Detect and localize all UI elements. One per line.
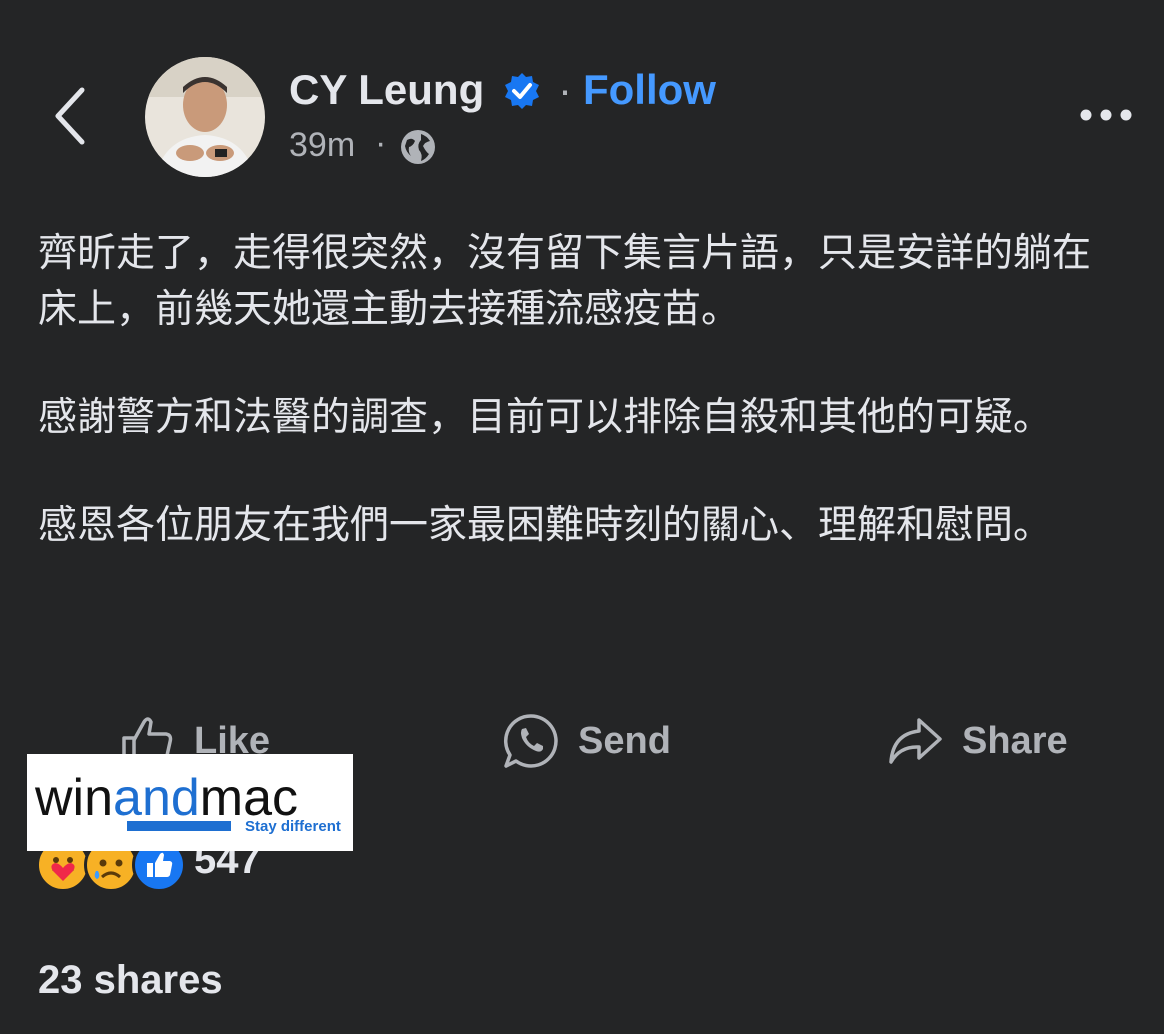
avatar[interactable] (145, 57, 265, 177)
send-button[interactable]: Send (502, 706, 671, 776)
share-arrow-icon (889, 718, 942, 764)
post-text: 齊昕走了，走得很突然，沒有留下集言片語，只是安詳的躺在床上，前幾天她還主動去接種… (38, 226, 1128, 606)
post-paragraph: 感恩各位朋友在我們一家最困難時刻的關心、理解和慰問。 (38, 503, 1053, 548)
watermark-tagline: Stay different (245, 818, 341, 835)
more-options-button[interactable] (1074, 100, 1138, 130)
back-button[interactable] (50, 84, 94, 148)
post-paragraph: 齊昕走了，走得很突然，沒有留下集言片語，只是安詳的躺在床上，前幾天她還主動去接種… (38, 231, 1092, 332)
share-button[interactable]: Share (886, 706, 1068, 776)
follow-button[interactable]: Follow (583, 66, 716, 114)
author-name[interactable]: CY Leung (289, 66, 484, 114)
winandmac-watermark-logo: winandmac Stay different (27, 754, 353, 851)
send-label: Send (578, 719, 671, 762)
share-count[interactable]: 23 shares (38, 958, 223, 1003)
chevron-left-icon (55, 87, 85, 145)
post-paragraph: 感謝警方和法醫的調查，目前可以排除自殺和其他的可疑。 (38, 395, 1053, 440)
watermark-underline (127, 821, 231, 831)
post-time[interactable]: 39m (289, 126, 355, 165)
more-horizontal-icon (1080, 109, 1132, 121)
verified-badge-icon (503, 72, 541, 110)
profile-photo (145, 57, 265, 177)
whatsapp-icon (503, 714, 558, 768)
globe-icon (399, 128, 437, 166)
separator-dot: · (558, 66, 572, 113)
time-separator: · (375, 124, 387, 162)
share-label: Share (962, 719, 1068, 762)
